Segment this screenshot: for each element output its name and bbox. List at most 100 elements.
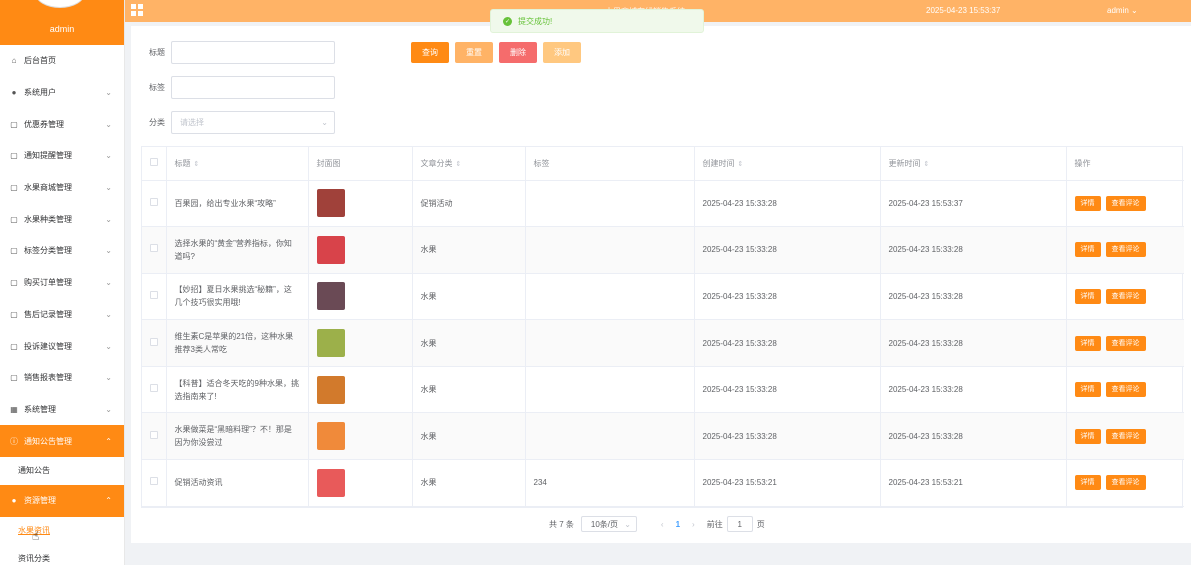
prev-page-icon[interactable]: ‹ [661, 520, 664, 529]
menu-item-2[interactable]: ▢ 优惠券管理 ⌄ [0, 108, 124, 140]
col-updated[interactable]: 更新时间 ⇕ [880, 147, 1067, 181]
detail-button[interactable]: 详情 [1074, 382, 1101, 398]
avatar[interactable] [35, 0, 85, 8]
row-checkbox[interactable] [150, 337, 158, 346]
detail-button[interactable]: 详情 [1074, 242, 1101, 258]
menu-item-11[interactable]: ▦ 系统管理 ⌄ [0, 394, 124, 426]
cover-thumbnail[interactable] [316, 375, 345, 404]
cover-thumbnail[interactable] [316, 189, 345, 218]
col-updated-label: 更新时间 [888, 158, 921, 168]
col-actions: 操作 [1066, 147, 1184, 181]
select-all-checkbox[interactable] [150, 158, 158, 167]
cover-thumbnail[interactable] [316, 282, 345, 311]
add-button[interactable]: 添加 [543, 42, 581, 63]
sub-item-fruit-news[interactable]: 水果资讯 ☝ [0, 517, 124, 545]
menu-item-7-label: 购买订单管理 [24, 278, 72, 288]
cell-cover [308, 412, 413, 461]
user-menu[interactable]: admin ⌄ [1107, 6, 1138, 15]
doc-icon: ▢ [10, 151, 18, 161]
query-button[interactable]: 查询 [411, 42, 449, 63]
tags-filter-label: 标签 [149, 83, 165, 92]
row-checkbox[interactable] [150, 477, 158, 486]
cell-actions: 详情 查看评论 [1066, 366, 1184, 414]
menu-item-0[interactable]: ⌂ 后台首页 [0, 45, 124, 77]
home-icon: ⌂ [11, 56, 17, 66]
col-category[interactable]: 文章分类 ⇕ [412, 147, 526, 181]
sub-item-news-category[interactable]: 资讯分类 [0, 545, 124, 565]
menu-item-10[interactable]: ▢ 销售报表管理 ⌄ [0, 362, 124, 394]
row-checkbox[interactable] [150, 290, 158, 299]
col-actions-label: 操作 [1074, 158, 1091, 168]
reset-button[interactable]: 重置 [455, 42, 493, 63]
view-comments-button[interactable]: 查看评论 [1105, 475, 1146, 491]
filter-tags-row: 标签 [131, 76, 335, 99]
tags-filter-input[interactable] [171, 76, 335, 99]
title-filter-input[interactable] [171, 41, 335, 64]
cell-created: 2025-04-23 15:33:28 [694, 226, 881, 274]
cell-title: 【科普】适合冬天吃的9种水果，挑选指南来了! [166, 366, 309, 414]
category-select[interactable]: 请选择 ⌄ [171, 111, 335, 134]
menu-item-3[interactable]: ▢ 通知提醒管理 ⌄ [0, 140, 124, 172]
goto-page-input[interactable]: 1 [726, 516, 753, 532]
menu-item-5[interactable]: ▢ 水果种类管理 ⌄ [0, 203, 124, 235]
cover-thumbnail[interactable] [316, 422, 345, 451]
articles-table: 标题 ⇕ 封面图 文章分类 ⇕ 标签 创建时间 ⇕ 更新时间 ⇕ 操作 百果园，给出专业… [141, 146, 1184, 508]
page-size-value: 10条/页 [590, 519, 619, 529]
cell-actions: 详情 查看评论 [1066, 319, 1184, 367]
sort-icon[interactable]: ⇕ [194, 161, 200, 168]
chevron-down-icon: ⌄ [105, 341, 112, 351]
col-title[interactable]: 标题 ⇕ [166, 147, 309, 181]
menu-item-4[interactable]: ▢ 水果商城管理 ⌄ [0, 172, 124, 204]
menu-item-8[interactable]: ▢ 售后记录管理 ⌄ [0, 299, 124, 331]
row-checkbox[interactable] [150, 244, 158, 253]
next-page-icon[interactable]: › [692, 520, 695, 529]
view-comments-button[interactable]: 查看评论 [1105, 428, 1146, 444]
view-comments-button[interactable]: 查看评论 [1105, 288, 1146, 304]
info-circle-icon: ⓘ [10, 436, 18, 446]
row-checkbox[interactable] [150, 430, 158, 439]
sort-icon[interactable]: ⇕ [924, 161, 930, 168]
sort-icon[interactable]: ⇕ [738, 161, 744, 168]
row-select-cell [142, 459, 167, 507]
menu-item-1-label: 系统用户 [24, 88, 56, 98]
detail-button[interactable]: 详情 [1074, 195, 1101, 211]
menu-item-1[interactable]: ● 系统用户 ⌄ [0, 77, 124, 109]
doc-icon: ▢ [10, 341, 18, 351]
detail-button[interactable]: 详情 [1074, 428, 1101, 444]
page-size-select[interactable]: 10条/页 ⌄ [580, 516, 637, 532]
row-select-cell [142, 412, 167, 461]
cover-thumbnail[interactable] [316, 235, 345, 264]
view-comments-button[interactable]: 查看评论 [1105, 382, 1146, 398]
current-time: 2025-04-23 15:53:37 [926, 6, 1001, 15]
sub-item-notice[interactable]: 通知公告 [0, 457, 124, 485]
cell-created: 2025-04-23 15:33:28 [694, 366, 881, 414]
menu-item-notice-group[interactable]: ⓘ 通知公告管理 ⌃ [0, 425, 124, 457]
sort-icon[interactable]: ⇕ [456, 161, 462, 168]
menu-item-resource-group[interactable]: ● 资源管理 ⌃ [0, 484, 124, 517]
detail-button[interactable]: 详情 [1074, 475, 1101, 491]
view-comments-button[interactable]: 查看评论 [1105, 335, 1146, 351]
cell-tags: 234 [525, 459, 695, 507]
grid-menu-icon[interactable] [131, 4, 143, 16]
chevron-down-icon: ⌄ [105, 404, 112, 414]
col-created[interactable]: 创建时间 ⇕ [694, 147, 881, 181]
cover-thumbnail[interactable] [316, 329, 345, 358]
menu-item-9[interactable]: ▢ 投诉建议管理 ⌄ [0, 330, 124, 362]
cell-title: 促销活动资讯 [166, 459, 309, 507]
detail-button[interactable]: 详情 [1074, 335, 1101, 351]
row-checkbox[interactable] [150, 384, 158, 393]
page-number-current[interactable]: 1 [676, 520, 680, 529]
sidebar-username: admin [49, 24, 75, 34]
cover-thumbnail[interactable] [316, 468, 345, 497]
delete-button[interactable]: 删除 [499, 42, 537, 63]
col-title-label: 标题 [174, 158, 191, 168]
menu-item-7[interactable]: ▢ 购买订单管理 ⌄ [0, 267, 124, 299]
cell-tags [525, 366, 695, 414]
detail-button[interactable]: 详情 [1074, 288, 1101, 304]
sub-item-news-category-label: 资讯分类 [18, 554, 50, 564]
menu-item-6[interactable]: ▢ 标签分类管理 ⌄ [0, 235, 124, 267]
row-checkbox[interactable] [150, 197, 158, 206]
cell-cover [308, 319, 413, 367]
view-comments-button[interactable]: 查看评论 [1105, 242, 1146, 258]
view-comments-button[interactable]: 查看评论 [1105, 195, 1146, 211]
